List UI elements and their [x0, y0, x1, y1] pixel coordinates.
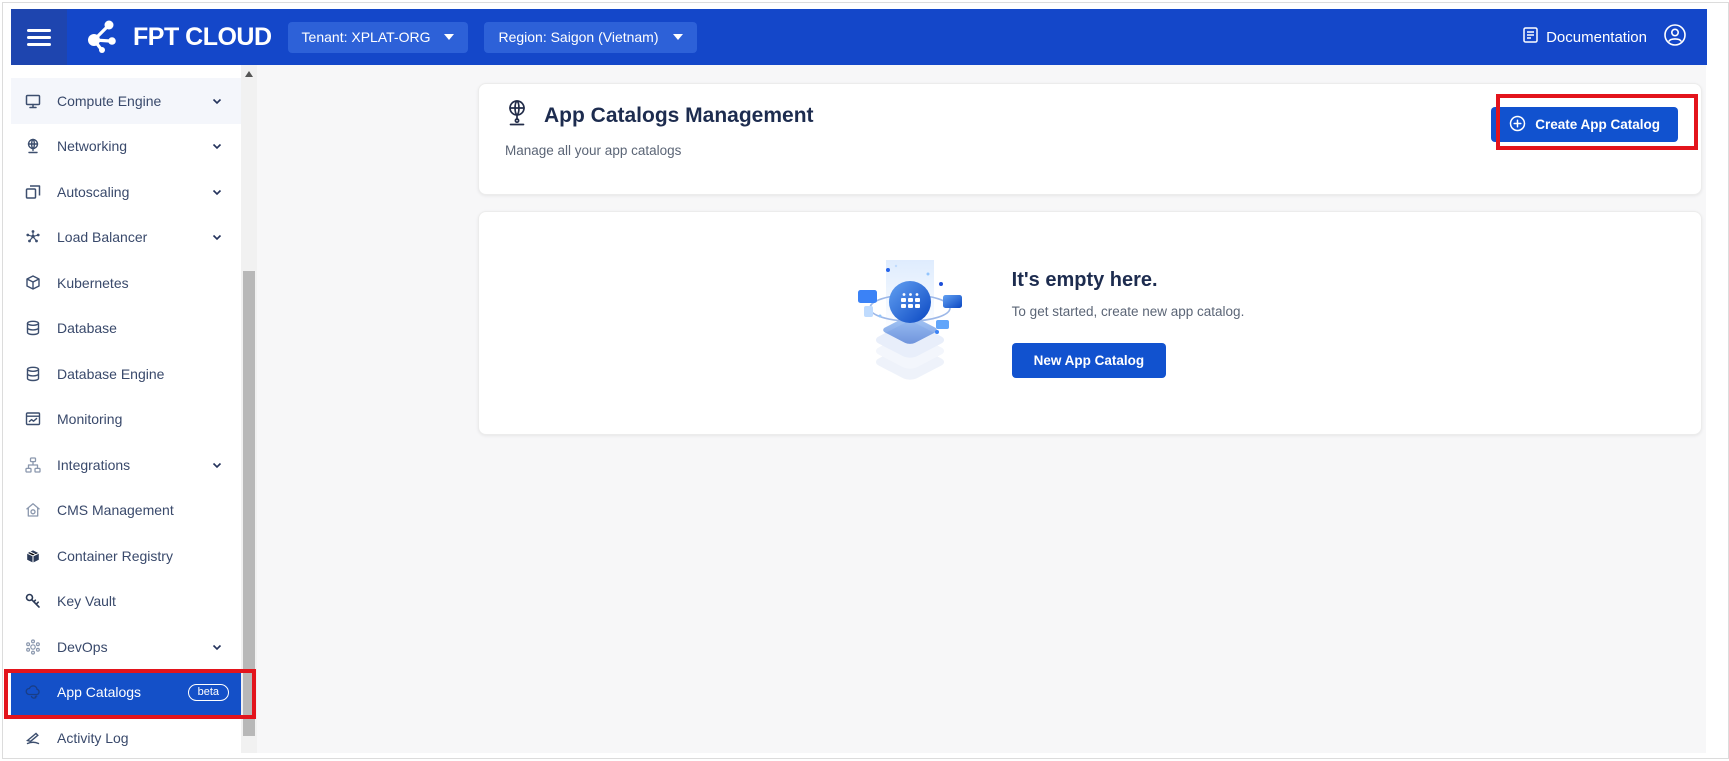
globe-icon [23, 137, 43, 155]
page-header-card: App Catalogs Management Manage all your … [478, 83, 1702, 195]
scrollbar-up-arrow[interactable] [241, 67, 257, 81]
book-icon [1522, 26, 1539, 48]
sidebar-navigation: Compute Engine Networking Autoscaling [11, 65, 241, 753]
key-icon [23, 592, 43, 610]
sidebar-item-database-engine[interactable]: Database Engine [11, 351, 241, 397]
gear-nodes-icon [23, 638, 43, 656]
menu-toggle-button[interactable] [11, 9, 67, 65]
layers-icon [23, 183, 43, 201]
sidebar-item-compute-engine[interactable]: Compute Engine [11, 78, 241, 124]
empty-state-description: To get started, create new app catalog. [1012, 304, 1245, 319]
sidebar-item-autoscaling[interactable]: Autoscaling [11, 169, 241, 215]
beta-badge: beta [188, 684, 229, 701]
monitor-icon [23, 92, 43, 110]
cloud-sync-icon [23, 683, 43, 701]
sidebar-item-activity-log[interactable]: Activity Log [11, 715, 241, 753]
create-button-label: Create App Catalog [1535, 117, 1660, 132]
sidebar-item-monitoring[interactable]: Monitoring [11, 397, 241, 443]
nodes-icon [23, 228, 43, 246]
home-gear-icon [23, 501, 43, 519]
tenant-selector-label: Tenant: XPLAT-ORG [302, 29, 431, 45]
new-app-catalog-button[interactable]: New App Catalog [1012, 343, 1167, 378]
scrollbar-thumb[interactable] [243, 271, 255, 736]
main-content-area: App Catalogs Management Manage all your … [257, 65, 1706, 753]
sidebar-item-devops[interactable]: DevOps [11, 624, 241, 670]
chevron-down-icon [673, 34, 683, 40]
sitemap-icon [23, 456, 43, 474]
documentation-link[interactable]: Documentation [1522, 26, 1647, 48]
empty-state-title: It's empty here. [1012, 269, 1245, 292]
sidebar-item-cms-management[interactable]: CMS Management [11, 488, 241, 534]
sidebar-item-kubernetes[interactable]: Kubernetes [11, 260, 241, 306]
chevron-down-icon [211, 186, 229, 198]
chevron-down-icon [211, 95, 229, 107]
container-icon [23, 547, 43, 565]
user-account-icon[interactable] [1663, 23, 1687, 52]
sidebar-item-container-registry[interactable]: Container Registry [11, 533, 241, 579]
activity-icon [23, 729, 43, 747]
database-icon [23, 365, 43, 383]
page-subtitle: Manage all your app catalogs [505, 143, 1677, 158]
top-navigation-bar: FPT CLOUD Tenant: XPLAT-ORG Region: Saig… [11, 9, 1707, 65]
documentation-label: Documentation [1546, 29, 1647, 46]
empty-state-card: It's empty here. To get started, create … [478, 211, 1702, 435]
logo-text: FPT CLOUD [133, 23, 272, 52]
molecule-logo-icon [81, 15, 125, 60]
chevron-down-icon [211, 459, 229, 471]
sidebar-item-key-vault[interactable]: Key Vault [11, 579, 241, 625]
tenant-selector[interactable]: Tenant: XPLAT-ORG [288, 22, 469, 53]
page-title: App Catalogs Management [544, 104, 814, 128]
database-icon [23, 319, 43, 337]
sidebar-item-app-catalogs[interactable]: App Catalogs beta [11, 670, 241, 716]
plus-circle-icon [1509, 115, 1526, 135]
chevron-down-icon [444, 34, 454, 40]
new-button-label: New App Catalog [1034, 353, 1145, 368]
chart-window-icon [23, 410, 43, 428]
fpt-cloud-logo[interactable]: FPT CLOUD [81, 15, 272, 60]
sidebar-scrollbar[interactable] [241, 65, 257, 753]
sidebar-item-load-balancer[interactable]: Load Balancer [11, 215, 241, 261]
app-catalog-empty-illustration [844, 258, 976, 389]
package-icon [23, 274, 43, 292]
chevron-down-icon [211, 231, 229, 243]
create-app-catalog-button[interactable]: Create App Catalog [1491, 107, 1678, 142]
hamburger-icon [27, 29, 51, 46]
region-selector[interactable]: Region: Saigon (Vietnam) [484, 22, 696, 53]
sidebar-item-database[interactable]: Database [11, 306, 241, 352]
sidebar-item-integrations[interactable]: Integrations [11, 442, 241, 488]
app-window: FPT CLOUD Tenant: XPLAT-ORG Region: Saig… [2, 2, 1729, 759]
globe-icon [503, 98, 531, 133]
sidebar-item-networking[interactable]: Networking [11, 124, 241, 170]
region-selector-label: Region: Saigon (Vietnam) [498, 29, 658, 45]
chevron-down-icon [211, 641, 229, 653]
chevron-down-icon [211, 140, 229, 152]
